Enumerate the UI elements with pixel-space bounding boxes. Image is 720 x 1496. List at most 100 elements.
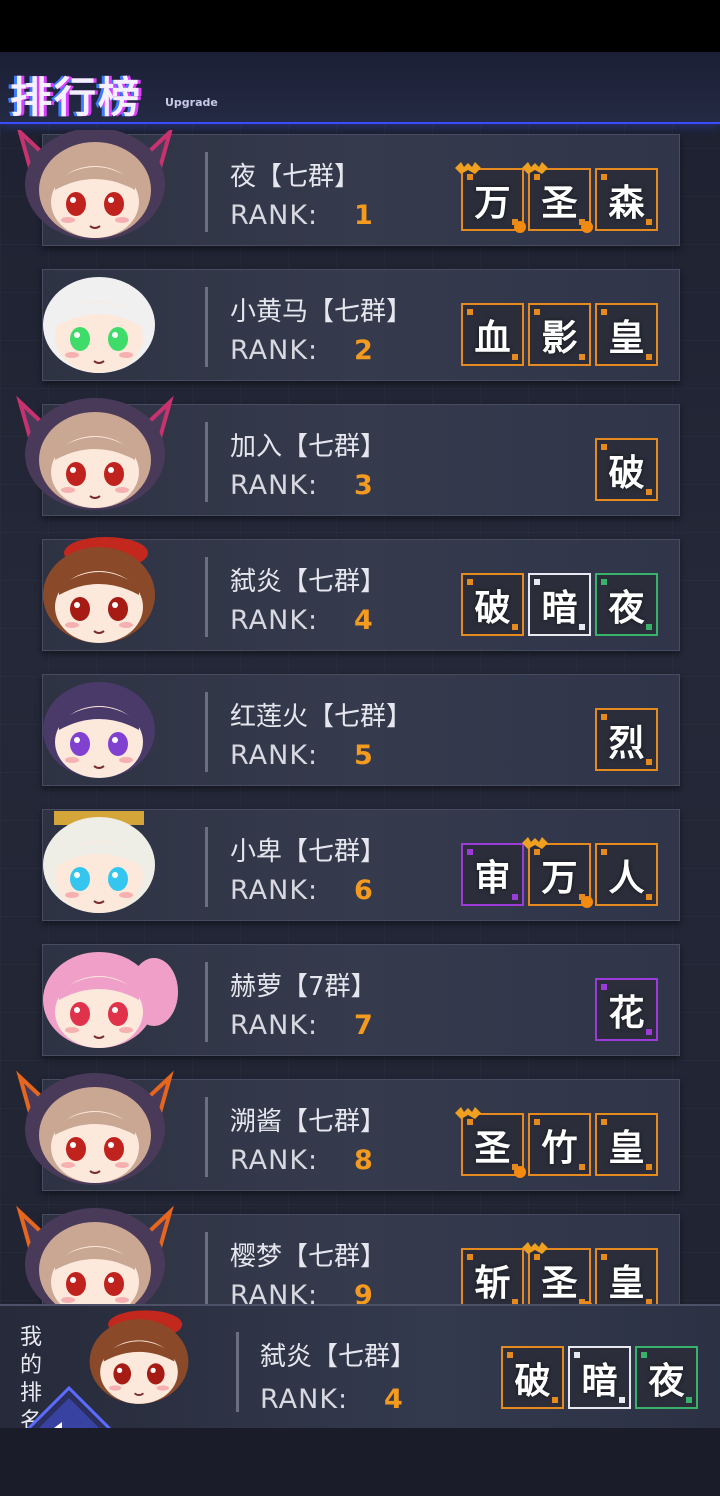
rank-number: 4 <box>354 605 373 636</box>
pumpkin-icon <box>514 221 526 233</box>
bat-icon <box>455 1107 481 1119</box>
pumpkin-icon <box>514 1166 526 1178</box>
cat-hood-girl-avatar <box>17 130 173 240</box>
title-char: 万 <box>474 182 511 224</box>
title-badge: 万 <box>455 162 526 233</box>
player-name: 小卑【七群】 <box>230 837 387 867</box>
rank-number: 2 <box>354 335 373 366</box>
rank-row[interactable]: 红莲火【七群】 RANK: 5 烈 <box>0 670 720 805</box>
pumpkin-icon <box>581 221 593 233</box>
rank-label: RANK: <box>230 470 319 501</box>
title-char: 圣 <box>541 182 578 224</box>
title-char: 森 <box>608 182 645 224</box>
title-badges: 斩圣皇 <box>461 1242 658 1304</box>
pink-hair-girl-avatar <box>43 952 178 1048</box>
player-name: 小黄马【七群】 <box>230 297 413 327</box>
footer-strip <box>0 1428 720 1496</box>
title-char: 皇 <box>608 1127 645 1169</box>
title-char: 烈 <box>608 722 645 764</box>
title-char: 皇 <box>608 1262 645 1304</box>
title-badge: 审 <box>461 843 524 906</box>
title-badge: 斩 <box>461 1248 524 1304</box>
title-badge: 血 <box>461 303 524 366</box>
title-badge: 森 <box>595 168 658 231</box>
rank-number: 9 <box>354 1280 373 1304</box>
title-badges: 破 <box>595 438 658 501</box>
rank-number: 6 <box>354 875 373 906</box>
bat-icon <box>522 1242 548 1254</box>
title-char: 人 <box>608 857 645 899</box>
title-badge: 破 <box>461 573 524 636</box>
cat-hood-girl-avatar <box>16 1070 174 1185</box>
title-badge: 皇 <box>595 303 658 366</box>
rank-label: RANK: <box>230 335 319 366</box>
title-badge: 夜 <box>635 1346 698 1409</box>
rank-number: 5 <box>354 740 373 771</box>
title-badge: 破 <box>501 1346 564 1409</box>
bat-icon <box>455 162 481 174</box>
rank-label: RANK: <box>230 1280 319 1304</box>
title-char: 竹 <box>541 1127 578 1169</box>
title-char: 花 <box>608 992 645 1034</box>
title-badges: 破暗夜 <box>461 573 658 636</box>
player-name: 弑炎【七群】 <box>260 1342 417 1372</box>
rank-row[interactable]: 加入【七群】 RANK: 3 破 <box>0 395 720 535</box>
rank-number: 7 <box>354 1010 373 1041</box>
title-badge: 破 <box>595 438 658 501</box>
title-char: 破 <box>474 587 511 629</box>
title-char: 破 <box>514 1360 551 1402</box>
purple-hair-girl-avatar <box>43 682 155 778</box>
title-badges: 花 <box>595 978 658 1041</box>
title-badges: 审万人 <box>461 837 658 908</box>
rank-row[interactable]: 赫萝【7群】 RANK: 7 花 <box>0 940 720 1075</box>
rank-label: RANK: <box>230 605 319 636</box>
leaderboard-screen: 排行榜 Upgrade 夜【七群】 RANK: 1 万圣森小黄马【七群】 RANK: 2 血… <box>0 52 720 1496</box>
title-char: 皇 <box>608 317 645 359</box>
title-badges: 血影皇 <box>461 303 658 366</box>
title-badge: 暗 <box>528 573 591 636</box>
rank-row[interactable]: 小卑【七群】 RANK: 6 审万人 <box>0 805 720 940</box>
title-badge: 竹 <box>528 1113 591 1176</box>
rank-row[interactable]: 夜【七群】 RANK: 1 万圣森 <box>0 130 720 265</box>
rank-label: RANK: <box>260 1384 349 1415</box>
player-name: 樱梦【七群】 <box>230 1242 387 1272</box>
page-subtitle: Upgrade <box>165 96 218 109</box>
title-char: 万 <box>541 857 578 899</box>
rank-label: RANK: <box>230 740 319 771</box>
title-char: 破 <box>608 452 645 494</box>
title-badge: 圣 <box>522 1242 593 1304</box>
title-char: 夜 <box>648 1360 685 1402</box>
rank-row[interactable]: 弑炎【七群】 RANK: 4 破暗夜 <box>0 535 720 670</box>
title-badge: 烈 <box>595 708 658 771</box>
title-char: 斩 <box>474 1262 511 1304</box>
player-name: 弑炎【七群】 <box>230 567 387 597</box>
page-title: 排行榜 <box>10 73 143 122</box>
rank-row[interactable]: 溯酱【七群】 RANK: 8 圣竹皇 <box>0 1070 720 1210</box>
title-char: 暗 <box>541 587 578 629</box>
title-char: 暗 <box>581 1360 618 1402</box>
title-badges: 烈 <box>595 708 658 771</box>
cat-hood-girl-avatar <box>16 1205 174 1304</box>
title-char: 影 <box>541 317 578 359</box>
ranking-list[interactable]: 夜【七群】 RANK: 1 万圣森小黄马【七群】 RANK: 2 血影皇加入【七群】 RANK… <box>0 130 720 1304</box>
title-badges: 万圣森 <box>455 162 658 233</box>
bat-icon <box>522 837 548 849</box>
title-badge: 万 <box>522 837 593 908</box>
rank-number: 8 <box>354 1145 373 1176</box>
title-badges: 圣竹皇 <box>455 1107 658 1178</box>
title-char: 血 <box>474 317 511 359</box>
title-badge: 圣 <box>455 1107 526 1178</box>
player-name: 溯酱【七群】 <box>230 1107 387 1137</box>
title-char: 夜 <box>608 587 645 629</box>
rank-label: RANK: <box>230 200 319 231</box>
title-badge: 花 <box>595 978 658 1041</box>
pumpkin-icon <box>581 896 593 908</box>
title-badge: 圣 <box>522 162 593 233</box>
bat-icon <box>522 162 548 174</box>
title-badge: 影 <box>528 303 591 366</box>
title-char: 圣 <box>474 1127 511 1169</box>
rank-number: 1 <box>354 200 373 231</box>
player-name: 夜【七群】 <box>230 162 361 192</box>
rank-row[interactable]: 小黄马【七群】 RANK: 2 血影皇 <box>0 265 720 400</box>
rank-label: RANK: <box>230 1145 319 1176</box>
